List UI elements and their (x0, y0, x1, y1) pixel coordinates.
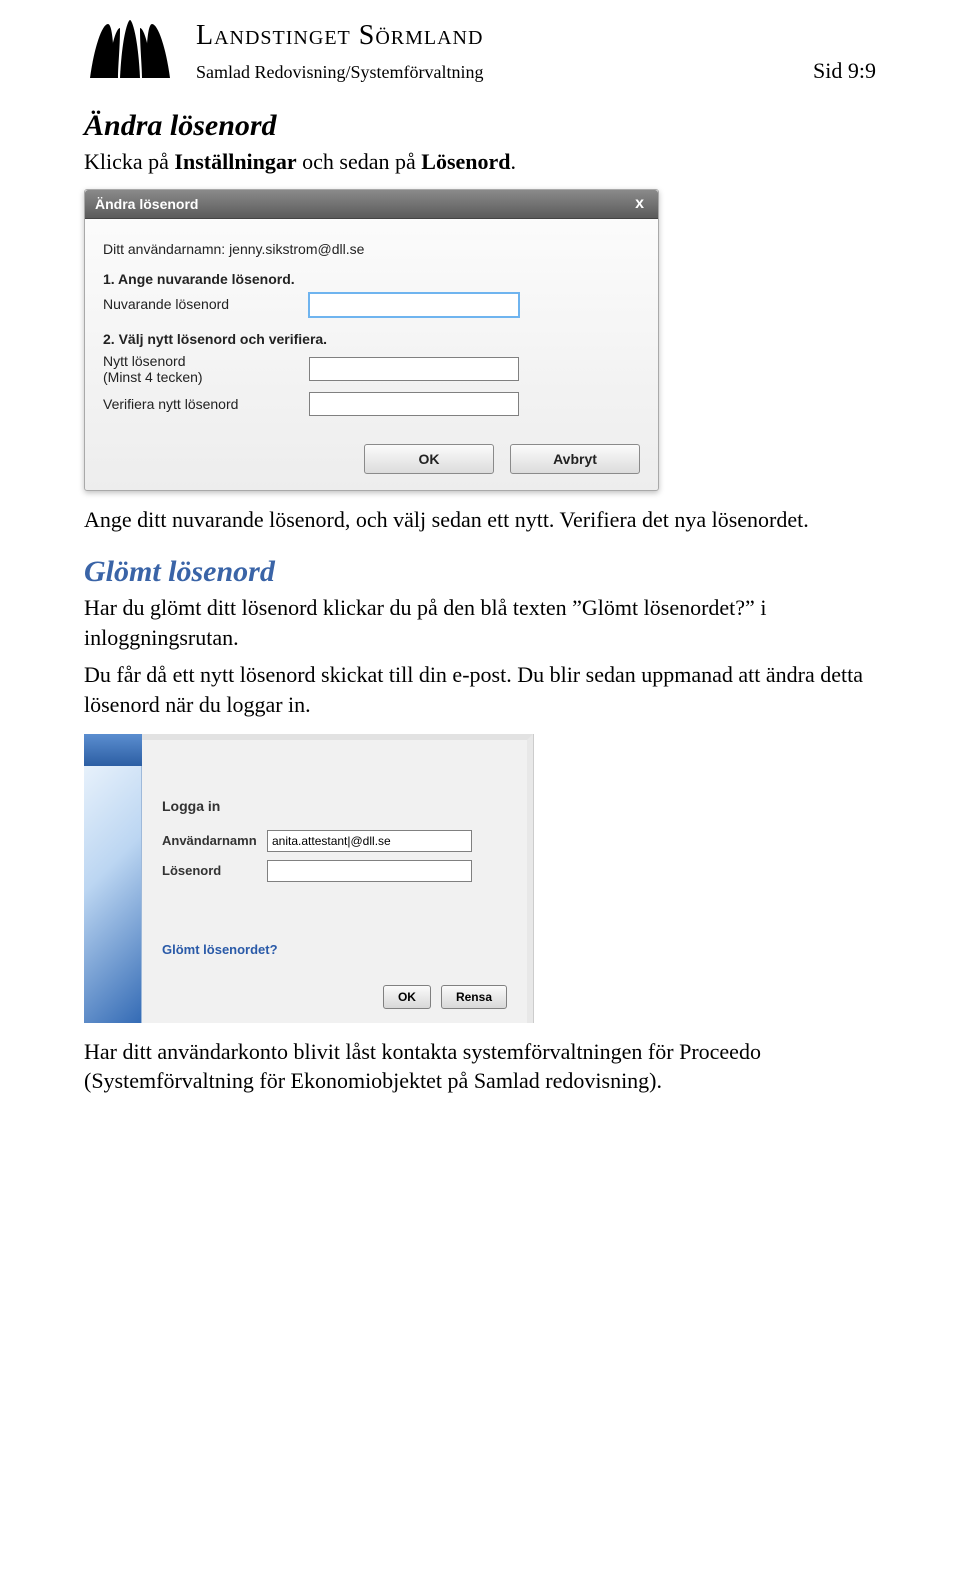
new-password-label-l1: Nytt lösenord (103, 353, 185, 369)
username-input[interactable] (267, 830, 472, 852)
username-label: Användarnamn (162, 833, 267, 848)
intro-paragraph: Klicka på Inställningar och sedan på Lös… (84, 147, 876, 177)
intro-text-1: Klicka på (84, 149, 174, 174)
intro-bold-1: Inställningar (174, 149, 296, 174)
login-reset-button[interactable]: Rensa (441, 985, 507, 1009)
dialog-title: Ändra lösenord (95, 196, 198, 212)
after-dialog-paragraph: Ange ditt nuvarande lösenord, och välj s… (84, 505, 876, 535)
document-header: Landstinget Sörmland Samlad Redovisning/… (84, 18, 876, 89)
current-password-label: Nuvarande lösenord (103, 296, 303, 313)
cancel-button[interactable]: Avbryt (510, 444, 640, 474)
document-subtitle: Samlad Redovisning/Systemförvaltning (196, 62, 483, 83)
forgot-paragraph-1: Har du glömt ditt lösenord klickar du på… (84, 593, 876, 652)
password-input[interactable] (267, 860, 472, 882)
section-heading-change-password: Ändra lösenord (84, 109, 876, 143)
new-password-label-l2: (Minst 4 tecken) (103, 369, 203, 385)
organization-name: Landstinget Sörmland (196, 20, 876, 52)
forgot-paragraph-2: Du får då ett nytt lösenord skickat till… (84, 660, 876, 719)
change-password-dialog: Ändra lösenord x Ditt användarnamn: jenn… (84, 189, 659, 492)
intro-text-3: . (511, 149, 517, 174)
password-label: Lösenord (162, 863, 267, 878)
organization-logo-icon (84, 18, 176, 89)
verify-password-label: Verifiera nytt lösenord (103, 396, 303, 413)
step-2-label: 2. Välj nytt lösenord och verifiera. (103, 331, 640, 347)
final-paragraph: Har ditt användarkonto blivit låst konta… (84, 1037, 876, 1096)
page-number: Sid 9:9 (813, 58, 876, 84)
section-heading-forgot-password: Glömt lösenord (84, 555, 876, 589)
close-icon[interactable]: x (631, 195, 648, 213)
username-line: Ditt användarnamn: jenny.sikstrom@dll.se (103, 241, 640, 257)
login-ok-button[interactable]: OK (383, 985, 431, 1009)
new-password-input[interactable] (309, 357, 519, 381)
dialog-titlebar: Ändra lösenord x (85, 190, 658, 219)
ok-button[interactable]: OK (364, 444, 494, 474)
current-password-input[interactable] (309, 293, 519, 317)
new-password-label: Nytt lösenord (Minst 4 tecken) (103, 353, 303, 387)
intro-text-2: och sedan på (297, 149, 422, 174)
login-heading: Logga in (162, 798, 507, 814)
verify-password-input[interactable] (309, 392, 519, 416)
forgot-password-link[interactable]: Glömt lösenordet? (162, 942, 507, 957)
login-sidebar-decoration (84, 734, 142, 1023)
login-dialog: Logga in Användarnamn Lösenord Glömt lös… (84, 734, 534, 1023)
intro-bold-2: Lösenord (421, 149, 510, 174)
step-1-label: 1. Ange nuvarande lösenord. (103, 271, 640, 287)
